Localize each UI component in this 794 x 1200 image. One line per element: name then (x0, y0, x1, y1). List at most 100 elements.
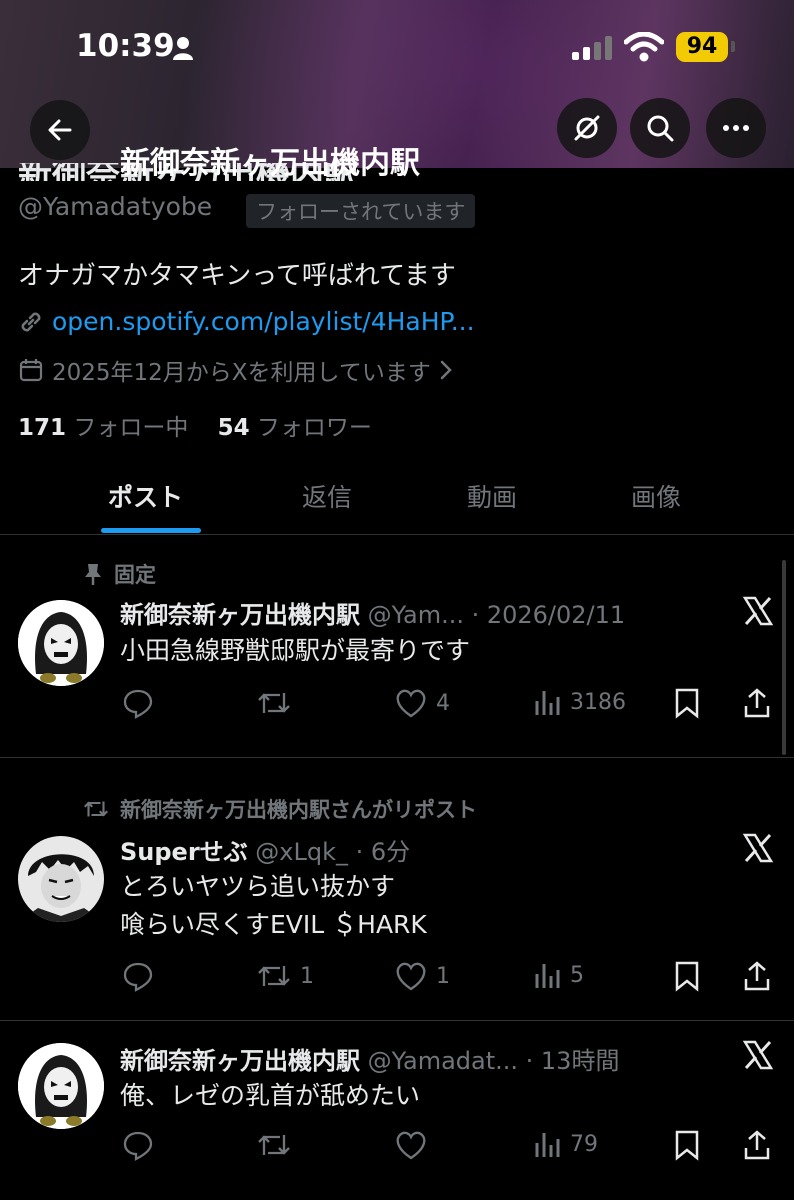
battery-indicator: 94 (676, 32, 728, 62)
share-button[interactable] (742, 960, 772, 992)
status-time: 10:39 (76, 28, 175, 64)
more-icon (723, 125, 749, 131)
reply-button[interactable] (122, 687, 162, 719)
shy-guy-avatar-image (18, 600, 104, 686)
profile-link-text[interactable]: open.spotify.com/playlist/4HaHP... (52, 307, 475, 336)
share-button[interactable] (742, 1129, 772, 1161)
views-button[interactable]: 79 (534, 1129, 598, 1159)
post-repost[interactable]: 新御奈新ヶ万出機内駅さんがリポスト Superせぶ @xLqk_ · 6分 とろ… (0, 758, 794, 1021)
reply-button[interactable] (122, 1129, 162, 1161)
arrow-left-icon (48, 119, 72, 141)
repost-button[interactable]: 1 (256, 960, 314, 992)
following-link[interactable]: 171 フォロー中 (18, 415, 188, 441)
grok-button[interactable] (557, 98, 617, 158)
repost-button[interactable] (256, 1129, 300, 1161)
share-button[interactable] (742, 687, 772, 719)
bookmark-button[interactable] (674, 687, 700, 719)
like-count: 1 (436, 963, 450, 989)
like-button[interactable]: 1 (394, 960, 450, 992)
author-handle-time: @Yam... · 2026/02/11 (360, 601, 626, 629)
author-name[interactable]: 新御奈新ヶ万出機内駅 (120, 601, 360, 629)
bookmark-icon (675, 1130, 699, 1161)
pin-icon (85, 564, 101, 585)
heart-icon (396, 689, 426, 718)
views-icon (535, 964, 560, 988)
x-logo-icon (742, 596, 774, 626)
following-count: 171 (18, 415, 67, 441)
follows-you-badge: フォローされています (246, 194, 476, 228)
reply-icon (123, 1131, 153, 1161)
views-count: 79 (570, 1131, 598, 1157)
joined-date-text: 2025年12月からXを利用しています (52, 360, 431, 386)
followers-link[interactable]: 54 フォロワー (218, 415, 372, 441)
reply-icon (123, 689, 153, 719)
author-name[interactable]: Superせぶ (120, 838, 248, 866)
bookmark-button[interactable] (674, 960, 700, 992)
profile-handle: @Yamadatyobe (18, 192, 213, 221)
status-bar: 10:39 94 (0, 0, 794, 95)
post-header: 新御奈新ヶ万出機内駅 @Yamadat... · 13時間 (120, 1041, 619, 1076)
avatar[interactable] (18, 836, 104, 922)
heart-icon (396, 1131, 426, 1160)
repost-icon (258, 1135, 290, 1155)
followers-label: フォロワー (256, 415, 372, 441)
back-button[interactable] (30, 100, 90, 160)
post-text: 俺、レゼの乳首が舐めたい (120, 1077, 420, 1115)
post-text-line: とろいヤツら追い抜かす (120, 872, 396, 901)
reply-button[interactable] (122, 960, 162, 992)
reply-icon (123, 962, 153, 992)
post-text-line: 喰らい尽くすEVIL ＄HARK (120, 910, 427, 939)
x-logo-icon (742, 1040, 774, 1070)
tab-images[interactable]: 画像 (631, 478, 681, 514)
person-icon (173, 37, 193, 60)
author-handle-time: @xLqk_ · 6分 (247, 838, 411, 866)
repost-label-text: 新御奈新ヶ万出機内駅さんがリポスト (120, 798, 477, 822)
like-button[interactable] (394, 1129, 436, 1161)
avatar[interactable] (18, 1043, 104, 1129)
post-text: 小田急線野獣邸駅が最寄りです (120, 632, 470, 670)
profile-link[interactable]: open.spotify.com/playlist/4HaHP... (18, 307, 475, 336)
manga-avatar-image (18, 836, 104, 922)
avatar[interactable] (18, 600, 104, 686)
share-icon (744, 1130, 770, 1160)
tab-videos[interactable]: 動画 (467, 478, 517, 514)
views-count: 5 (570, 962, 584, 988)
search-icon (647, 115, 674, 142)
x-logo-icon (742, 833, 774, 863)
profile-bio: オナガマかタマキンって呼ばれてます (18, 261, 456, 291)
post-pinned[interactable]: 固定 新御奈新ヶ万出機内駅 @Yam... · 2026/02/11 小田急線野… (0, 535, 794, 758)
active-tab-indicator (101, 528, 201, 533)
post-text-line: 小田急線野獣邸駅が最寄りです (120, 636, 471, 665)
signal-icon (572, 36, 612, 60)
views-icon (535, 1133, 560, 1157)
chevron-right-icon (440, 360, 452, 380)
author-name[interactable]: 新御奈新ヶ万出機内駅 (120, 1047, 360, 1075)
battery-tip (731, 41, 735, 52)
following-label: フォロー中 (73, 415, 189, 441)
bookmark-icon (675, 688, 699, 719)
shy-guy-avatar-image (18, 1043, 104, 1129)
heart-icon (396, 962, 426, 991)
repost-label: 新御奈新ヶ万出機内駅さんがリポスト (82, 794, 477, 824)
tab-posts[interactable]: ポスト (108, 478, 183, 514)
repost-button[interactable] (256, 687, 300, 719)
like-button[interactable]: 4 (394, 687, 450, 719)
repost-count: 1 (300, 963, 314, 989)
post[interactable]: 新御奈新ヶ万出機内駅 @Yamadat... · 13時間 俺、レゼの乳首が舐め… (0, 1021, 794, 1200)
bookmark-button[interactable] (674, 1129, 700, 1161)
search-button[interactable] (630, 98, 690, 158)
link-icon (21, 312, 41, 331)
joined-date[interactable]: 2025年12月からXを利用しています (18, 353, 453, 387)
pinned-text: 固定 (114, 563, 156, 587)
views-button[interactable]: 3186 (534, 687, 626, 717)
wifi-icon (624, 32, 664, 62)
repost-icon (258, 966, 290, 986)
share-icon (744, 688, 770, 718)
profile-tabs: ポスト 返信 動画 画像 (0, 470, 794, 535)
post-text-line: 俺、レゼの乳首が舐めたい (120, 1081, 421, 1110)
tab-replies[interactable]: 返信 (302, 478, 352, 514)
repost-icon (84, 801, 108, 817)
more-button[interactable] (706, 98, 766, 158)
views-button[interactable]: 5 (534, 960, 584, 990)
grok-icon (574, 115, 600, 141)
